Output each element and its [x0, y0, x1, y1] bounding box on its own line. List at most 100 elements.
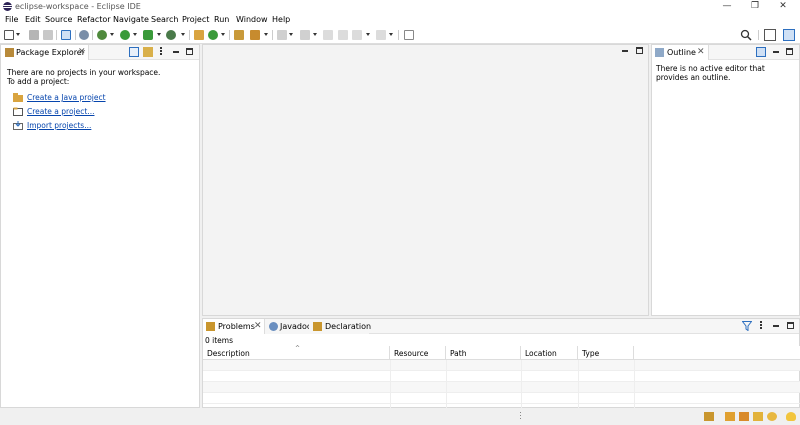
- forward-arrow-icon[interactable]: [376, 30, 386, 40]
- search-dropdown-icon[interactable]: [264, 33, 268, 36]
- tab-outline[interactable]: Outline ✕: [652, 45, 709, 60]
- tab-label: Problems: [218, 322, 255, 331]
- maximize-view-button[interactable]: [786, 48, 793, 55]
- forward-dropdown-icon[interactable]: [389, 33, 393, 36]
- menu-navigate[interactable]: Navigate: [113, 15, 149, 24]
- menu-source[interactable]: Source: [45, 15, 72, 24]
- tab-javadoc[interactable]: Javadoc: [265, 319, 312, 334]
- restore-button[interactable]: ❐: [742, 0, 768, 12]
- menu-edit[interactable]: Edit: [25, 15, 41, 24]
- open-perspective-icon[interactable]: [764, 29, 776, 41]
- create-java-project-link[interactable]: Create a Java project: [27, 93, 106, 102]
- minimize-button[interactable]: —: [714, 0, 740, 12]
- back-arrow-icon[interactable]: [352, 30, 362, 40]
- column-header-location[interactable]: Location: [521, 346, 578, 360]
- new-file-icon[interactable]: [4, 30, 14, 40]
- column-header-path[interactable]: Path: [446, 346, 521, 360]
- back-dropdown-icon[interactable]: [366, 33, 370, 36]
- column-divider: [390, 360, 391, 409]
- java-project-icon: [13, 93, 23, 102]
- tab-package-explorer[interactable]: Package Explorer ✕: [1, 45, 89, 60]
- sort-icon[interactable]: [756, 47, 766, 57]
- run-dropdown-icon[interactable]: [133, 33, 137, 36]
- filter-icon[interactable]: [742, 321, 752, 331]
- external-tools-icon[interactable]: [166, 30, 176, 40]
- column-header-resource[interactable]: Resource: [390, 346, 446, 360]
- minimize-view-button[interactable]: [173, 51, 179, 53]
- view-menu-icon[interactable]: [760, 321, 763, 331]
- maximize-view-button[interactable]: [186, 48, 193, 55]
- menu-window[interactable]: Window: [236, 15, 268, 24]
- column-header-type[interactable]: Type: [578, 346, 634, 360]
- skip-breakpoints-icon[interactable]: [79, 30, 89, 40]
- column-label: Path: [450, 349, 467, 358]
- save-all-icon[interactable]: [43, 30, 53, 40]
- search-tool-icon[interactable]: [250, 30, 260, 40]
- minimize-editor-button[interactable]: [622, 50, 628, 52]
- link-with-editor-icon[interactable]: [143, 47, 153, 57]
- import-projects-link[interactable]: Import projects...: [27, 121, 91, 130]
- problems-icon: [206, 322, 215, 331]
- pin-editor-icon[interactable]: [404, 30, 414, 40]
- close-window-button[interactable]: ✕: [770, 0, 796, 12]
- next-annotation-icon[interactable]: [277, 30, 287, 40]
- coverage-icon[interactable]: [143, 30, 153, 40]
- view-menu-icon[interactable]: [160, 47, 163, 57]
- search-icon[interactable]: [740, 29, 752, 41]
- coverage-dropdown-icon[interactable]: [157, 33, 161, 36]
- maximize-editor-button[interactable]: [636, 47, 643, 54]
- menu-help[interactable]: Help: [272, 15, 290, 24]
- tips-icon[interactable]: [753, 412, 763, 421]
- tab-label: Javadoc: [280, 322, 312, 331]
- terminal-icon[interactable]: [61, 30, 71, 40]
- window-title: eclipse-workspace - Eclipse IDE: [15, 2, 141, 11]
- minimize-view-button[interactable]: [773, 51, 779, 53]
- menu-search[interactable]: Search: [151, 15, 178, 24]
- create-project-link[interactable]: Create a project...: [27, 107, 94, 116]
- previous-annotation-dropdown-icon[interactable]: [313, 33, 317, 36]
- tab-declaration[interactable]: Declaration: [309, 319, 371, 334]
- table-row: [203, 371, 800, 382]
- external-tools-dropdown-icon[interactable]: [181, 33, 185, 36]
- column-label: Description: [207, 349, 250, 358]
- toolbar-separator: [56, 30, 57, 40]
- back-icon[interactable]: [338, 30, 348, 40]
- git-icon[interactable]: [704, 412, 714, 421]
- tab-problems[interactable]: Problems ✕: [203, 319, 265, 334]
- close-tab-icon[interactable]: ✕: [697, 47, 705, 57]
- tasks-icon[interactable]: [725, 412, 735, 421]
- menu-project[interactable]: Project: [182, 15, 209, 24]
- tab-label: Outline: [667, 48, 696, 57]
- menu-refactor[interactable]: Refactor: [77, 15, 111, 24]
- new-java-project-icon[interactable]: [194, 30, 204, 40]
- marketplace-icon[interactable]: [739, 412, 749, 421]
- new-dropdown-icon[interactable]: [16, 33, 20, 36]
- new-java-class-icon[interactable]: [208, 30, 218, 40]
- debug-icon[interactable]: [97, 30, 107, 40]
- problems-header: Problems ✕ Javadoc Declaration: [203, 319, 799, 334]
- minimize-view-button[interactable]: [773, 325, 779, 327]
- close-tab-icon[interactable]: ✕: [254, 321, 262, 331]
- column-label: Resource: [394, 349, 429, 358]
- menu-file[interactable]: File: [5, 15, 18, 24]
- toolbar-separator: [272, 30, 273, 40]
- column-header-description[interactable]: ^ Description: [203, 345, 390, 360]
- debug-dropdown-icon[interactable]: [110, 33, 114, 36]
- package-explorer-view: Package Explorer ✕ There are no projects…: [0, 44, 200, 408]
- lightbulb-icon[interactable]: [786, 412, 796, 421]
- java-perspective-icon[interactable]: [783, 29, 795, 41]
- close-tab-icon[interactable]: ✕: [78, 47, 86, 57]
- eclipse-logo-icon: [3, 2, 12, 11]
- menu-run[interactable]: Run: [214, 15, 229, 24]
- last-edit-location-icon[interactable]: [323, 30, 333, 40]
- new-class-dropdown-icon[interactable]: [221, 33, 225, 36]
- updates-icon[interactable]: [767, 412, 777, 421]
- maximize-view-button[interactable]: [787, 322, 794, 329]
- open-type-icon[interactable]: [234, 30, 244, 40]
- next-annotation-dropdown-icon[interactable]: [289, 33, 293, 36]
- previous-annotation-icon[interactable]: [300, 30, 310, 40]
- save-icon[interactable]: [29, 30, 39, 40]
- collapse-all-icon[interactable]: [129, 47, 139, 57]
- status-bar: [0, 408, 800, 425]
- run-icon[interactable]: [120, 30, 130, 40]
